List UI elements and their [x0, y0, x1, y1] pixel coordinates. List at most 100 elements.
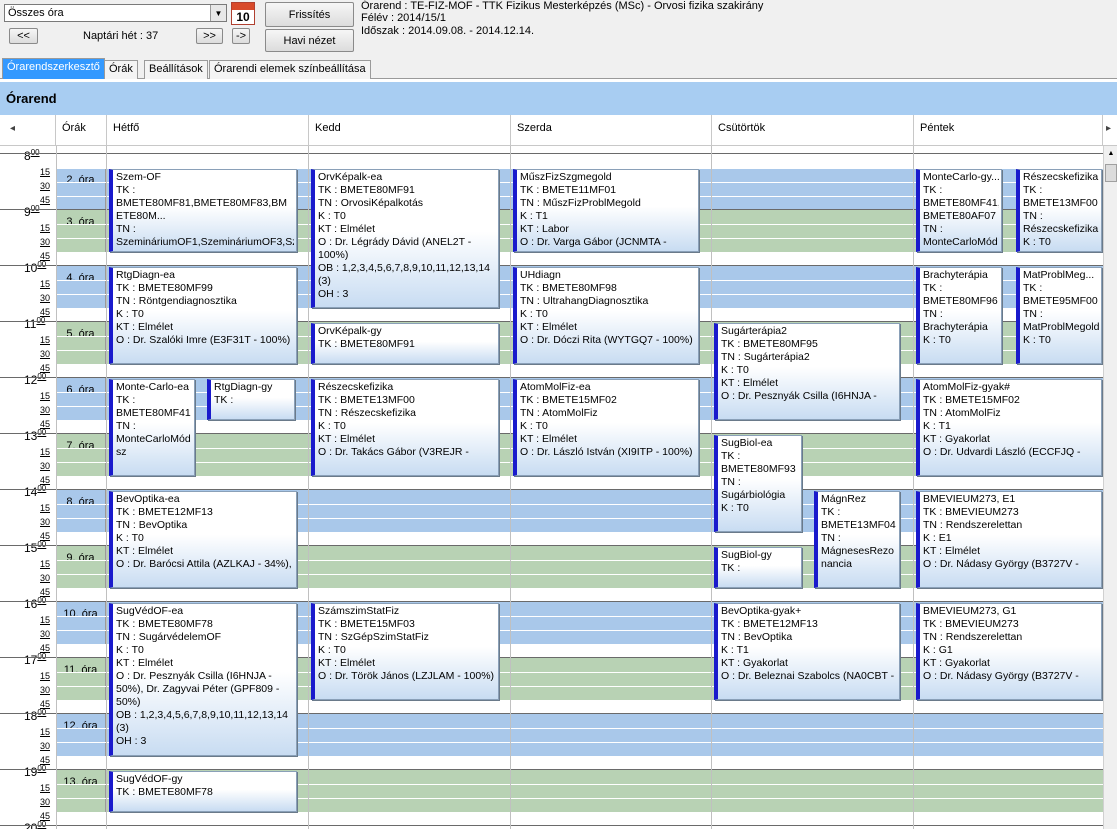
event-thu-sugbiolgy[interactable]: SugBiol-gy TK : — [714, 547, 802, 588]
event-detail: 50%), Dr. Zagyvai Péter (GPF809 - — [116, 683, 280, 695]
event-detail: O : Dr. Barócsi Attila (AZLKAJ - 34%), — [116, 558, 292, 570]
vertical-scrollbar[interactable]: ▲ — [1103, 146, 1117, 829]
event-title: SugVédOF-ea — [116, 605, 294, 618]
event-title: MűszFizSzgmegold — [520, 171, 696, 184]
event-mon-rtggy[interactable]: RtgDiagn-gy TK : — [207, 379, 295, 420]
header-day-monday[interactable]: Hétfő — [107, 115, 309, 146]
event-fri-matprobl[interactable]: MatProblMeg... TK : BMETE95MF00 TN : MatProb… — [1016, 267, 1102, 364]
event-mon-rtg[interactable]: RtgDiagn-ea TK : BMETE80MF99 TN : Röntgend… — [109, 267, 297, 364]
minute-label: 15 — [40, 391, 51, 401]
scroll-thumb[interactable] — [1105, 164, 1117, 182]
event-mon-sugvedea[interactable]: SugVédOF-ea TK : BMETE80MF78 TN : Sugárvéd… — [109, 603, 297, 756]
timetable-grid: 8001530459001530451000153045110015304512… — [0, 146, 1103, 829]
header-day-tuesday[interactable]: Kedd — [309, 115, 511, 146]
event-mon-bevoptika[interactable]: BevOptika-ea TK : BMETE12MF13 TN : BevOpti… — [109, 491, 297, 588]
event-wed-uhdiagn[interactable]: UHdiagn TK : BMETE80MF98 TN : UltrahangDia… — [513, 267, 699, 364]
event-detail: K : T0 — [923, 334, 951, 346]
event-detail: sz — [116, 446, 127, 458]
header-day-friday[interactable]: Péntek — [914, 115, 1103, 146]
hour-label: 1500 — [24, 540, 46, 555]
event-detail: BMETE80MF41, — [923, 197, 999, 209]
event-fri-bmevieum-e1[interactable]: BMEVIEUM273, E1 TK : BMEVIEUM273 TN : Rend… — [916, 491, 1102, 588]
jump-button[interactable]: -> — [232, 28, 250, 44]
column-divider — [308, 146, 309, 829]
event-detail: BMETE80MF81,BMETE80MF83,BM — [116, 197, 287, 209]
event-detail: BMETE13MF04 — [821, 519, 896, 531]
hour-label: 1700 — [24, 652, 46, 667]
event-detail: K : T0 — [520, 308, 548, 320]
column-divider — [510, 146, 511, 829]
refresh-button[interactable]: Frissítés — [265, 2, 354, 27]
section-bar: Órarend — [0, 82, 1117, 115]
event-detail: K : T0 — [318, 210, 346, 222]
event-detail: KT : Elmélet — [721, 377, 778, 389]
grid-header: ◂ Órák Hétfő Kedd Szerda Csütörtök Pénte… — [0, 115, 1117, 146]
event-detail: TK : — [116, 184, 136, 196]
toolbar: Összes óra ▼ 10 << Naptári hét : 37 >> -… — [0, 0, 1117, 57]
event-fri-atommolgy[interactable]: AtomMolFiz-gyak# TK : BMETE15MF02 TN : Ato… — [916, 379, 1102, 476]
event-fri-montecarlogy[interactable]: MonteCarlo-gy... TK : BMETE80MF41, BMETE80A… — [916, 169, 1002, 252]
hour-label: 1900 — [24, 764, 46, 779]
header-day-thursday[interactable]: Csütörtök — [712, 115, 914, 146]
event-mon-montecarlo[interactable]: Monte-Carlo-ea TK : BMETE80MF41 TN : MonteCa… — [109, 379, 195, 476]
header-day-wednesday[interactable]: Szerda — [511, 115, 712, 146]
event-title: AtomMolFiz-ea — [520, 381, 696, 394]
hour-label: 800 — [24, 148, 40, 163]
quarter-divider — [56, 812, 1103, 813]
event-detail: TK : BMETE80MF99 — [116, 282, 213, 294]
month-view-button[interactable]: Havi nézet — [265, 29, 354, 52]
hour-divider — [0, 153, 1103, 154]
minute-label: 30 — [40, 181, 51, 191]
lesson-label: 8. óra — [56, 490, 106, 532]
event-fri-bmevieum-g1[interactable]: BMEVIEUM273, G1 TK : BMEVIEUM273 TN : Rend… — [916, 603, 1102, 700]
tab-timetable-editor[interactable]: Órarendszerkesztő — [2, 58, 105, 79]
event-tue-orvkep[interactable]: OrvKépalk-ea TK : BMETE80MF91 TN : OrvosiK… — [311, 169, 499, 308]
filter-combo[interactable]: Összes óra ▼ — [4, 4, 227, 22]
event-tue-reszecske[interactable]: Részecskefizika TK : BMETE13MF00 TN : Rész… — [311, 379, 499, 476]
event-tue-szamszim[interactable]: SzámszimStatFiz TK : BMETE15MF03 TN : SzGé… — [311, 603, 499, 700]
event-title: Sugárterápia2 — [721, 325, 897, 338]
event-detail: TK : — [923, 282, 943, 294]
event-detail: K : G1 — [923, 644, 953, 656]
event-thu-sugbiol[interactable]: SugBiol-ea TK : BMETE80MF93 TN : Sugárbiológ… — [714, 435, 802, 532]
minute-label: 30 — [40, 293, 51, 303]
event-title: BevOptika-gyak+ — [721, 605, 897, 618]
event-detail: TK : BMETE80MF78 — [116, 786, 213, 798]
minute-label: 45 — [40, 195, 51, 205]
event-title: MonteCarlo-gy... — [923, 171, 999, 184]
event-wed-muszfiz[interactable]: MűszFizSzgmegold TK : BMETE11MF01 TN : Műs… — [513, 169, 699, 252]
minute-label: 30 — [40, 629, 51, 639]
lesson-label: 7. óra — [56, 434, 106, 476]
event-detail: K : T0 — [1023, 334, 1051, 346]
minute-label: 30 — [40, 797, 51, 807]
minute-label: 15 — [40, 503, 51, 513]
event-detail: nancia — [821, 558, 852, 570]
event-thu-sugarter[interactable]: Sugárterápia2 TK : BMETE80MF95 TN : Sugárt… — [714, 323, 900, 420]
scroll-up-icon[interactable]: ▲ — [1104, 150, 1117, 162]
event-fri-reszecske[interactable]: Részecskefizika TK : BMETE13MF00 TN : Részec… — [1016, 169, 1102, 252]
calendar-icon[interactable]: 10 — [231, 2, 255, 25]
tab-color-settings[interactable]: Órarendi elemek színbeállítása — [209, 60, 371, 79]
event-detail: O : Dr. Udvardi László (ECCFJQ - — [923, 446, 1081, 458]
event-thu-magnrez[interactable]: MágnRez TK : BMETE13MF04 TN : MágnesesRezo na… — [814, 491, 900, 588]
event-detail: KT : Elmélet — [318, 223, 375, 235]
event-fri-brachy[interactable]: Brachyterápia TK : BMETE80MF96 TN : Brachyte… — [916, 267, 1002, 364]
event-detail: (3) — [318, 275, 331, 287]
tab-settings[interactable]: Beállítások — [144, 60, 208, 79]
chevron-down-icon[interactable]: ▼ — [210, 5, 226, 21]
event-tue-orvkepgy[interactable]: OrvKépalk-gy TK : BMETE80MF91 — [311, 323, 499, 364]
scroll-right-icon[interactable]: ▸ — [1106, 123, 1111, 134]
event-detail: K : T1 — [520, 210, 548, 222]
prev-week-button[interactable]: << — [9, 28, 38, 44]
tab-lessons[interactable]: Órák — [104, 60, 138, 79]
column-divider — [56, 146, 57, 829]
event-mon-sugvedgy[interactable]: SugVédOF-gy TK : BMETE80MF78 — [109, 771, 297, 812]
event-detail: BMETE13MF00 — [1023, 197, 1098, 209]
event-thu-bevoptikagy[interactable]: BevOptika-gyak+ TK : BMETE12MF13 TN : BevO… — [714, 603, 900, 700]
event-title: OrvKépalk-gy — [318, 325, 496, 338]
next-week-button[interactable]: >> — [196, 28, 223, 44]
event-detail: BMETE80MF93 — [721, 463, 796, 475]
event-mon-szem[interactable]: Szem-OF TK : BMETE80MF81,BMETE80MF83,BM ETE… — [109, 169, 297, 252]
event-wed-atommol[interactable]: AtomMolFiz-ea TK : BMETE15MF02 TN : AtomMo… — [513, 379, 699, 476]
header-hours: Órák — [56, 115, 107, 146]
